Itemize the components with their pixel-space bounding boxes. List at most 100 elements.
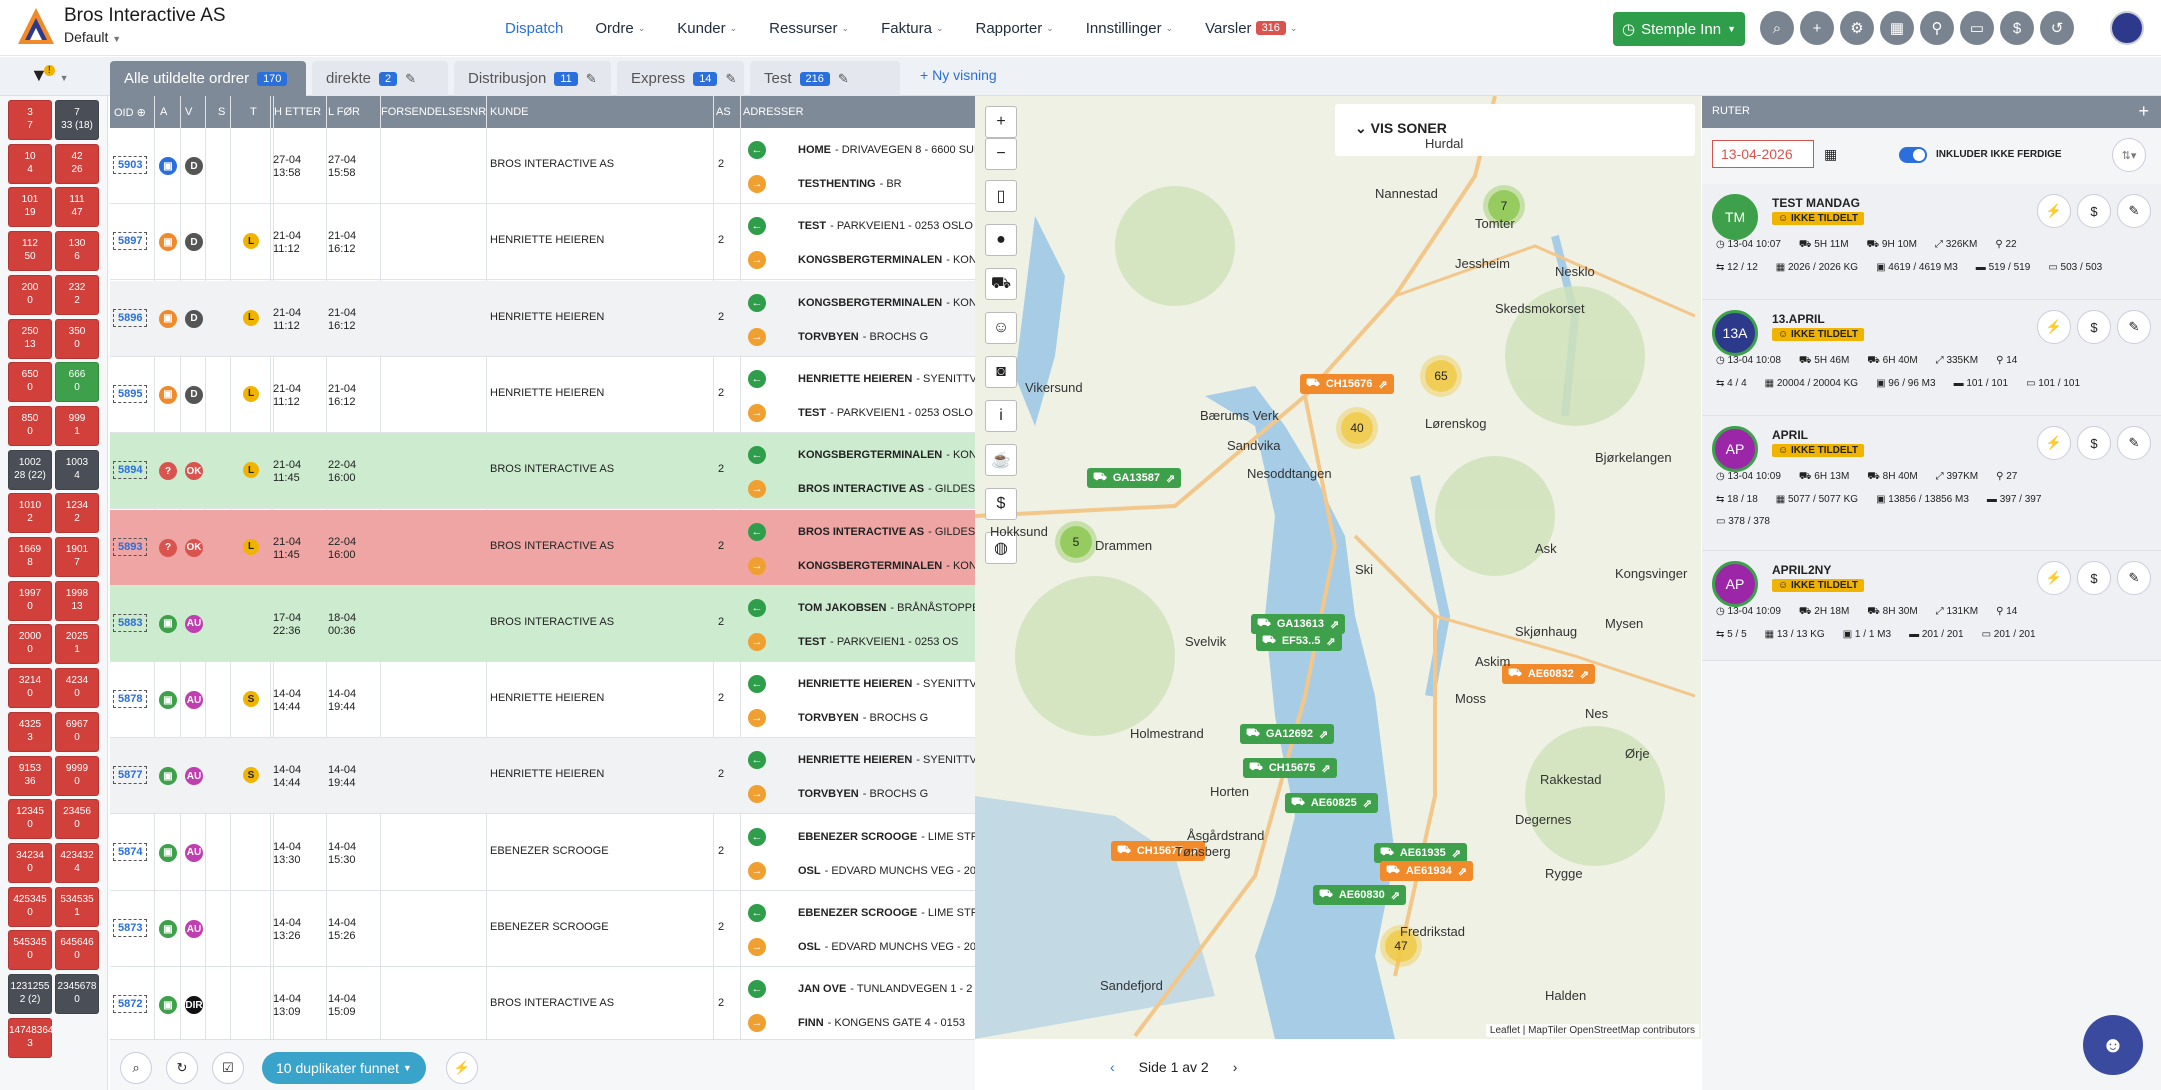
- group-box[interactable]: 112 50: [8, 231, 52, 272]
- group-box[interactable]: 10 4: [8, 143, 52, 184]
- search-icon[interactable]: ⌕: [120, 1052, 152, 1084]
- order-id-link[interactable]: 5878: [113, 690, 148, 709]
- col-as[interactable]: AS: [716, 106, 731, 118]
- col-forsendelsesnr[interactable]: FORSENDELSESNR: [381, 106, 486, 118]
- vehicle-marker[interactable]: ⛟ EF53..5 ⇗: [1256, 631, 1342, 651]
- optimize-lightning-icon[interactable]: ⚡: [2037, 194, 2071, 228]
- edit-pencil-icon[interactable]: ✎: [725, 71, 736, 87]
- edit-pencil-icon[interactable]: ✎: [405, 71, 416, 87]
- group-box[interactable]: 425345 0: [8, 886, 52, 927]
- vehicle-marker[interactable]: ⛟ AE60832 ⇗: [1502, 664, 1595, 684]
- delivery-address[interactable]: FINN - KONGENS GATE 4 - 0153: [798, 1017, 965, 1029]
- table-row[interactable]: 5893? OK L 21-04 11:45 22-04 16:00 BROS INTERAC…: [110, 509, 975, 586]
- route-card[interactable]: AP APRIL2NY ☺ IKKE TILDELT ⚡ $ ✎ ◷ 13-04 10:09…: [1702, 551, 2161, 661]
- edit-pencil-icon[interactable]: ✎: [838, 71, 849, 87]
- nav-item-7[interactable]: Varsler 316 ⌄: [1205, 20, 1297, 37]
- pickup-address[interactable]: JAN OVE - TUNLANDVEGEN 1 - 2: [798, 983, 972, 995]
- group-box[interactable]: 111 47: [55, 187, 99, 228]
- group-box[interactable]: 34234 0: [8, 842, 52, 883]
- group-box[interactable]: 4325 3: [8, 711, 52, 752]
- delivery-address[interactable]: TEST - PARKVEIEN1 - 0253 OSLO: [798, 407, 973, 419]
- vehicle-marker[interactable]: ⛟ AE60825 ⇗: [1285, 793, 1378, 813]
- table-row[interactable]: 5883 ▣ AU 17-04 22:36 18-04 00:36 BROS INTERACT…: [110, 585, 975, 662]
- profile-selector[interactable]: Default ▼: [64, 29, 121, 45]
- location-icon[interactable]: ⚲: [1920, 11, 1954, 45]
- group-box[interactable]: 1669 8: [8, 537, 52, 577]
- group-box[interactable]: 1002 28 (22): [8, 449, 52, 490]
- route-edit-icon[interactable]: ✎: [2117, 561, 2151, 595]
- optimize-lightning-icon[interactable]: ⚡: [2037, 561, 2071, 595]
- pickup-address[interactable]: HENRIETTE HEIEREN- SYENITTVE: [798, 678, 975, 690]
- pickup-address[interactable]: TOM JAKOBSEN- BRÅNÅSTOPPEN: [798, 602, 975, 614]
- pickup-address[interactable]: BROS INTERACTIVE AS- GILDESKA: [798, 526, 975, 538]
- map-dollar-icon[interactable]: $: [985, 488, 1017, 520]
- col-t[interactable]: T: [250, 106, 257, 118]
- group-box[interactable]: 9153 36: [8, 755, 52, 796]
- group-box[interactable]: 7 33 (18): [55, 100, 99, 140]
- pickup-address[interactable]: KONGSBERGTERMINALEN- KONGS: [798, 449, 975, 461]
- delivery-address[interactable]: TESTHENTING - BR: [798, 178, 902, 190]
- pickup-address[interactable]: HOME - DRIVAVEGEN 8 - 6600 SUN: [798, 144, 975, 156]
- group-box[interactable]: 1234 2: [55, 493, 99, 534]
- chat-icon[interactable]: ▭: [1960, 11, 1994, 45]
- tab-3[interactable]: Express 14 ✎: [617, 61, 744, 96]
- order-id-link[interactable]: 5893: [113, 537, 148, 556]
- group-box[interactable]: 666 0: [55, 362, 99, 403]
- delivery-address[interactable]: TORVBYEN - BROCHS G: [798, 788, 928, 800]
- group-box[interactable]: 12345 0: [8, 799, 52, 840]
- group-box[interactable]: 200 0: [8, 274, 52, 315]
- group-box[interactable]: 1998 13: [55, 580, 99, 621]
- zoom-out-button[interactable]: −: [985, 138, 1017, 170]
- group-box[interactable]: 2000 0: [8, 624, 52, 665]
- group-box[interactable]: 4234 0: [55, 668, 99, 709]
- map-camera-icon[interactable]: ◙: [985, 356, 1017, 388]
- route-dollar-icon[interactable]: $: [2077, 426, 2111, 460]
- add-route-icon[interactable]: +: [2138, 101, 2149, 122]
- plus-circle-icon[interactable]: ⊕: [137, 107, 146, 119]
- pickup-address[interactable]: TEST - PARKVEIEN1 - 0253 OSLO: [798, 220, 973, 232]
- optimize-lightning-icon[interactable]: ⚡: [2037, 310, 2071, 344]
- group-box[interactable]: 9999 0: [55, 755, 99, 796]
- nav-item-4[interactable]: Faktura ⌄: [881, 20, 943, 37]
- group-box[interactable]: 42 26: [55, 143, 99, 184]
- include-unfinished-toggle[interactable]: [1899, 147, 1927, 163]
- calendar-icon[interactable]: ▦: [1880, 11, 1914, 45]
- group-box[interactable]: 1231255 2 (2): [8, 974, 52, 1014]
- table-row[interactable]: 5873 ▣ AU 14-04 13:26 14-04 15:26 EBENEZER SCRO…: [110, 891, 975, 967]
- group-box[interactable]: 1010 2: [8, 493, 52, 534]
- group-box[interactable]: 2345678 0: [55, 974, 99, 1014]
- vehicle-marker[interactable]: ⛟ GA12692 ⇗: [1240, 724, 1335, 744]
- sort-button[interactable]: ⇅▾: [2112, 138, 2146, 172]
- group-box[interactable]: 645646 0: [55, 930, 99, 971]
- order-id-link[interactable]: 5903: [113, 156, 148, 174]
- order-id-link[interactable]: 5873: [113, 919, 148, 937]
- route-dollar-icon[interactable]: $: [2077, 561, 2111, 595]
- delivery-address[interactable]: TORVBYEN - BROCHS G: [798, 331, 928, 343]
- group-box[interactable]: 1997 0: [8, 580, 52, 621]
- col-adresser[interactable]: ADRESSER: [743, 106, 804, 118]
- col-s[interactable]: S: [218, 106, 225, 118]
- nav-item-0[interactable]: Dispatch: [505, 20, 563, 37]
- prev-page-icon[interactable]: ‹: [1110, 1059, 1115, 1075]
- map-attribution[interactable]: Leaflet | MapTiler OpenStreetMap contrib…: [1485, 1024, 1699, 1037]
- order-id-link[interactable]: 5883: [113, 613, 148, 632]
- table-row[interactable]: 5903 ▣ D 27-04 13:58 27-04 15:58 BROS INTERACTI…: [110, 128, 975, 204]
- user-avatar[interactable]: [2110, 11, 2144, 45]
- lightning-icon[interactable]: ⚡: [446, 1052, 478, 1084]
- order-id-link[interactable]: 5895: [113, 384, 148, 403]
- pickup-address[interactable]: HENRIETTE HEIEREN- SYENITTVE: [798, 373, 975, 385]
- order-id-link[interactable]: 5897: [113, 232, 148, 251]
- delivery-address[interactable]: TEST - PARKVEIEN1 - 0253 OS: [798, 636, 958, 648]
- order-id-link[interactable]: 5877: [113, 766, 148, 785]
- route-date-input[interactable]: 13-04-2026: [1712, 140, 1814, 168]
- next-page-icon[interactable]: ›: [1233, 1059, 1238, 1075]
- calendar-icon[interactable]: ▦: [1824, 146, 1837, 163]
- route-card[interactable]: 13A 13.APRIL ☺ IKKE TILDELT ⚡ $ ✎ ◷ 13-04 10:0…: [1702, 300, 2161, 416]
- pickup-address[interactable]: HENRIETTE HEIEREN- SYENITTVE: [798, 754, 975, 766]
- history-icon[interactable]: ↺: [2040, 11, 2074, 45]
- assistant-bot-button[interactable]: ☻: [2083, 1015, 2143, 1075]
- group-box[interactable]: 1901 7: [55, 537, 99, 577]
- tab-1[interactable]: direkte 2 ✎: [312, 61, 448, 96]
- group-box[interactable]: 130 6: [55, 231, 99, 272]
- nav-item-3[interactable]: Ressurser ⌄: [769, 20, 849, 37]
